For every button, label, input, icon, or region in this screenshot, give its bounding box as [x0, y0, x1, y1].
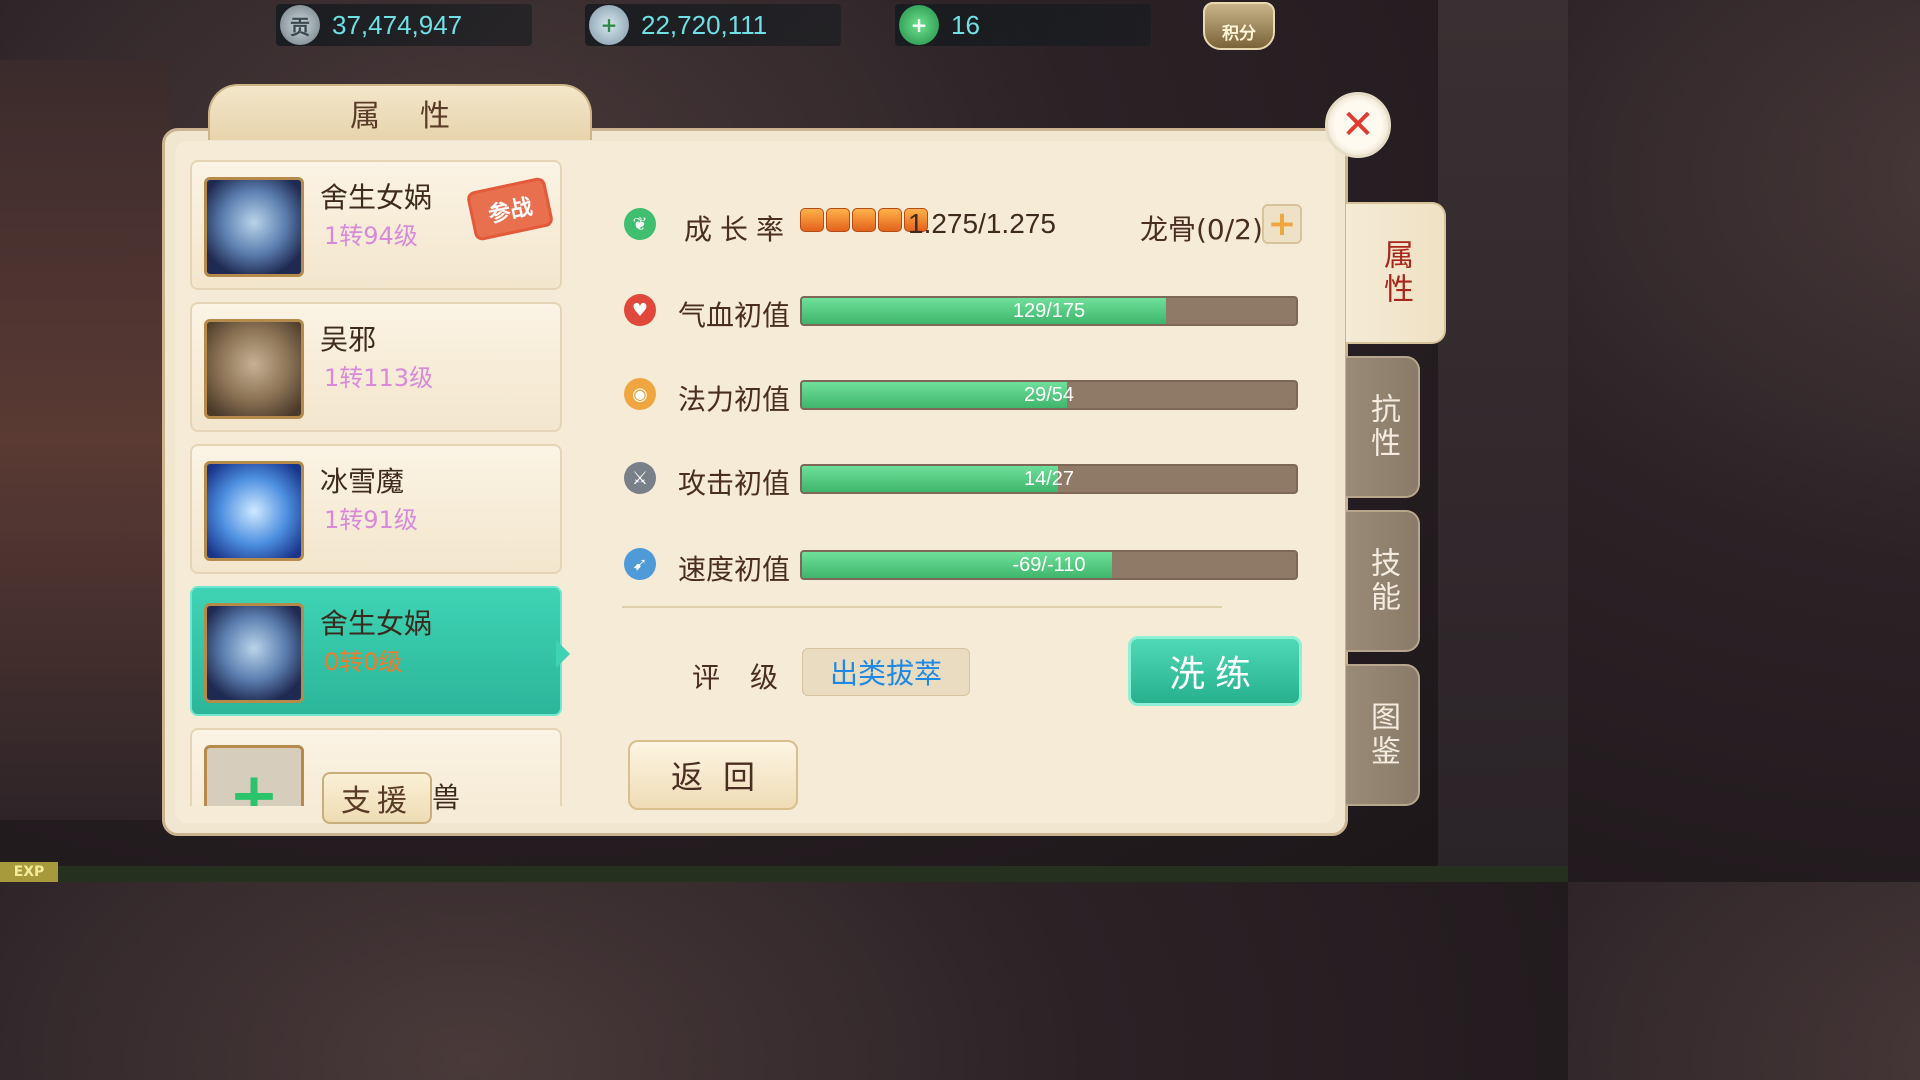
- mp-bar: 29/54: [800, 380, 1298, 410]
- wash-button[interactable]: 洗练: [1128, 636, 1302, 706]
- attack-label: 攻击初值: [678, 467, 791, 500]
- pet-name: 舍生女娲: [320, 181, 433, 214]
- speed-icon: ➹: [624, 548, 656, 580]
- panel-title-tab: 属性: [208, 84, 592, 140]
- sword-icon: ⚔: [624, 462, 656, 494]
- dragonbone-label: 龙骨(0/2): [1140, 213, 1263, 246]
- silver-ingot-icon: +: [589, 5, 629, 45]
- pet-name: 舍生女娲: [320, 607, 433, 640]
- back-button[interactable]: 返回: [628, 740, 798, 810]
- tab-resistance[interactable]: 抗性: [1346, 356, 1420, 498]
- speed-value: -69/-110: [1012, 554, 1086, 576]
- growth-dot: [852, 208, 876, 232]
- background-right: [1438, 0, 1568, 882]
- currency-jade-value: 16: [951, 9, 980, 40]
- pet-level: 1转94级: [324, 222, 418, 250]
- currency-bar: 贡 37,474,947 + 22,720,111 + 16 积分: [0, 0, 1568, 54]
- gong-coin-icon: 贡: [280, 5, 320, 45]
- tab-skills[interactable]: 技能: [1346, 510, 1420, 652]
- jade-icon: +: [899, 5, 939, 45]
- pet-level: 1转113级: [324, 364, 434, 392]
- panel-title: 属性: [350, 99, 490, 134]
- growth-label: 成长率: [684, 213, 793, 246]
- pet-avatar: [204, 461, 304, 561]
- hp-value: 129/175: [1012, 300, 1086, 322]
- add-icon: +: [204, 745, 304, 806]
- rating-value: 出类拔萃: [802, 648, 970, 696]
- mp-value: 29/54: [1023, 384, 1075, 406]
- mp-label: 法力初值: [678, 383, 791, 416]
- pet-name: 冰雪魔: [320, 465, 405, 498]
- tab-skills-label: 技能: [1365, 547, 1400, 615]
- tab-resistance-label: 抗性: [1365, 393, 1400, 461]
- pet-level: 0转0级: [324, 648, 403, 676]
- add-dragonbone-button[interactable]: +: [1262, 204, 1302, 244]
- heart-icon: ♥: [624, 294, 656, 326]
- currency-gong: 贡 37,474,947: [276, 4, 532, 46]
- pet-level: 1转91级: [324, 506, 418, 534]
- tab-attributes[interactable]: 属性: [1346, 202, 1446, 344]
- pet-avatar: [204, 603, 304, 703]
- currency-gong-value: 37,474,947: [332, 9, 463, 40]
- currency-silver[interactable]: + 22,720,111: [585, 4, 841, 46]
- in-battle-badge: 参战: [465, 176, 555, 242]
- exp-bar: [0, 866, 1568, 882]
- score-button[interactable]: 积分: [1203, 2, 1275, 50]
- plus-icon: +: [1267, 204, 1297, 244]
- selection-arrow-icon: [556, 640, 570, 668]
- close-icon: ✕: [1341, 102, 1375, 148]
- mana-icon: ◉: [624, 378, 656, 410]
- pet-card[interactable]: 舍生女娲 1转94级 参战: [190, 160, 562, 290]
- attack-bar: 14/27: [800, 464, 1298, 494]
- growth-dot: [878, 208, 902, 232]
- speed-label: 速度初值: [678, 553, 791, 586]
- pet-name: 吴邪: [320, 323, 377, 356]
- speed-bar: -69/-110: [800, 550, 1298, 580]
- tab-handbook-label: 图鉴: [1365, 701, 1400, 769]
- hp-bar: 129/175: [800, 296, 1298, 326]
- pet-list[interactable]: 舍生女娲 1转94级 参战 吴邪 1转113级 冰雪魔 1转91级 舍生女娲 0…: [190, 160, 566, 806]
- support-button[interactable]: 支援: [322, 772, 432, 824]
- pet-card[interactable]: 冰雪魔 1转91级: [190, 444, 562, 574]
- divider: [622, 606, 1222, 608]
- support-beast-label: 兽: [432, 781, 461, 814]
- growth-dot: [826, 208, 850, 232]
- pet-card-selected[interactable]: 舍生女娲 0转0级: [190, 586, 562, 716]
- tab-attributes-label: 属性: [1378, 239, 1413, 307]
- close-button[interactable]: ✕: [1325, 92, 1391, 158]
- exp-label: EXP: [0, 862, 58, 882]
- background-left: [0, 60, 170, 820]
- currency-jade[interactable]: + 16: [895, 4, 1151, 46]
- pet-avatar: [204, 177, 304, 277]
- pet-avatar: [204, 319, 304, 419]
- hp-label: 气血初值: [678, 299, 791, 332]
- attack-value: 14/27: [1023, 468, 1075, 490]
- growth-leaf-icon: ❦: [624, 208, 656, 240]
- rating-label: 评级: [692, 661, 809, 694]
- growth-dot: [800, 208, 824, 232]
- currency-silver-value: 22,720,111: [641, 9, 768, 40]
- growth-value: 1.275/1.275: [908, 208, 1056, 239]
- pet-card[interactable]: 吴邪 1转113级: [190, 302, 562, 432]
- tab-handbook[interactable]: 图鉴: [1346, 664, 1420, 806]
